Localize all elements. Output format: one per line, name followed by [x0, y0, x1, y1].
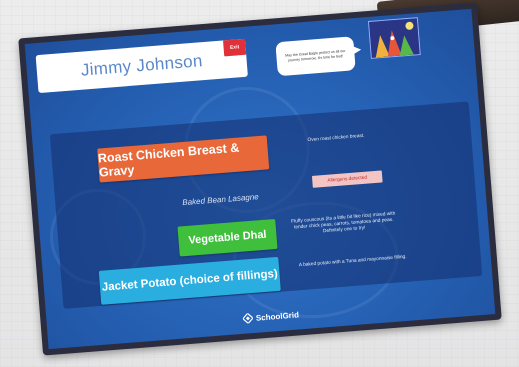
dish-unavailable-baked-bean-lasagne: Baked Bean Lasagne	[181, 192, 259, 208]
speech-bubble-text: May the Great Eagle protect us all our j…	[285, 49, 346, 63]
display-bezel: Jimmy Johnson Exit May the Great Eagle p…	[18, 2, 502, 356]
exit-button[interactable]: Exit	[223, 38, 247, 57]
student-name-card: Jimmy Johnson	[35, 38, 248, 94]
mascot-image	[369, 18, 420, 58]
mascot-illustration	[367, 17, 421, 59]
student-name: Jimmy Johnson	[80, 51, 204, 80]
dish-button-roast-chicken[interactable]: Roast Chicken Breast & Gravy	[97, 135, 270, 183]
mascot-speech-bubble: May the Great Eagle protect us all our j…	[275, 36, 356, 77]
schoolgrid-logo-icon	[242, 313, 254, 324]
menu-panel: Roast Chicken Breast & Gravy Oven roast …	[49, 101, 483, 309]
dish-description-jacket-potato: A baked potato with a Tuna and mayonnais…	[298, 254, 407, 269]
brand-name: SchoolGrid	[255, 309, 300, 323]
schoolgrid-branding: SchoolGrid	[242, 309, 300, 324]
allergen-warning-badge: Allergens detected	[311, 170, 383, 188]
kiosk-screen: Jimmy Johnson Exit May the Great Eagle p…	[24, 8, 496, 350]
dish-description-roast-chicken: Oven roast chicken breast.	[307, 133, 365, 144]
dish-description-vegetable-dhal: Fluffy couscous (its a little bit like r…	[291, 211, 396, 234]
dish-button-vegetable-dhal[interactable]: Vegetable Dhal	[177, 218, 278, 257]
